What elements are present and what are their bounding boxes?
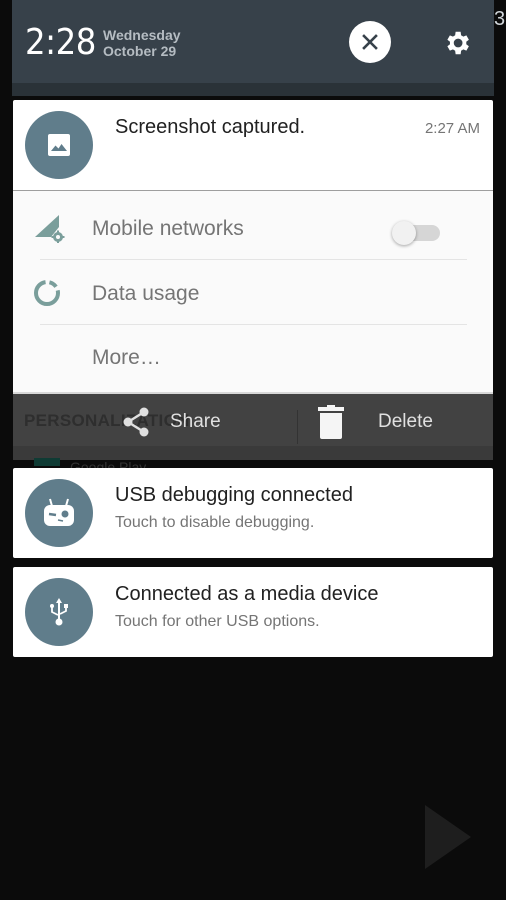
- cyanogenmod-bugdroid-icon: [44, 498, 74, 526]
- notification-time: 2:27 AM: [424, 120, 480, 137]
- notification-text: Touch for other USB options.: [115, 613, 320, 630]
- trash-icon: [318, 405, 344, 439]
- notification-title: Connected as a media device: [115, 583, 379, 605]
- media-device-notification[interactable]: Connected as a media device Touch for ot…: [13, 567, 493, 657]
- shade-header: 2:28 Wednesday October 29: [12, 0, 494, 96]
- clear-all-button[interactable]: [349, 21, 391, 63]
- delete-button[interactable]: Delete: [318, 402, 433, 442]
- notification-icon: [25, 111, 93, 179]
- usb-debugging-notification[interactable]: USB debugging connected Touch to disable…: [13, 468, 493, 558]
- setting-label: Data usage: [92, 282, 200, 305]
- date-label: October 29: [103, 43, 177, 59]
- notification-icon: [25, 479, 93, 547]
- day-label: Wednesday: [103, 27, 181, 43]
- share-icon: [123, 407, 149, 437]
- background-settings-list: Mobile networks Data usage More…: [13, 190, 493, 392]
- play-icon: [425, 805, 471, 869]
- notification-title: Screenshot captured.: [115, 116, 306, 138]
- status-bar-edge-icon: 3: [494, 8, 506, 30]
- setting-more[interactable]: More…: [13, 324, 493, 388]
- screenshot-notification[interactable]: Screenshot captured. 2:27 AM: [13, 100, 493, 190]
- google-play-icon-partial: [34, 458, 60, 466]
- notification-icon: [25, 578, 93, 646]
- notification-text: Touch to disable debugging.: [115, 514, 315, 531]
- data-usage-icon: [34, 280, 60, 306]
- header-shadow: [12, 83, 494, 96]
- share-button[interactable]: Share: [120, 402, 221, 442]
- clock[interactable]: 2:28: [25, 22, 96, 63]
- usb-icon: [50, 598, 68, 626]
- setting-data-usage[interactable]: Data usage: [13, 260, 493, 324]
- notification-shade: 2:28 Wednesday October 29 3 Screenshot c…: [0, 0, 506, 900]
- close-icon: [362, 34, 378, 50]
- notification-actions: PERSONALIZATION Share Delete: [13, 392, 493, 460]
- setting-label: Mobile networks: [92, 217, 244, 240]
- date-block[interactable]: Wednesday October 29: [103, 27, 181, 59]
- settings-button[interactable]: [440, 26, 474, 60]
- mobile-networks-toggle[interactable]: [392, 220, 442, 245]
- toggle-thumb: [392, 221, 416, 245]
- setting-label: More…: [92, 346, 161, 369]
- notification-title: USB debugging connected: [115, 484, 353, 506]
- action-bar-shadow: [13, 446, 493, 460]
- image-icon: [48, 134, 70, 156]
- signal-settings-icon: [35, 215, 65, 243]
- share-label: Share: [170, 411, 221, 432]
- action-divider: [297, 410, 298, 444]
- setting-mobile-networks[interactable]: Mobile networks: [13, 195, 493, 259]
- gear-icon: [447, 31, 469, 55]
- delete-label: Delete: [378, 411, 433, 432]
